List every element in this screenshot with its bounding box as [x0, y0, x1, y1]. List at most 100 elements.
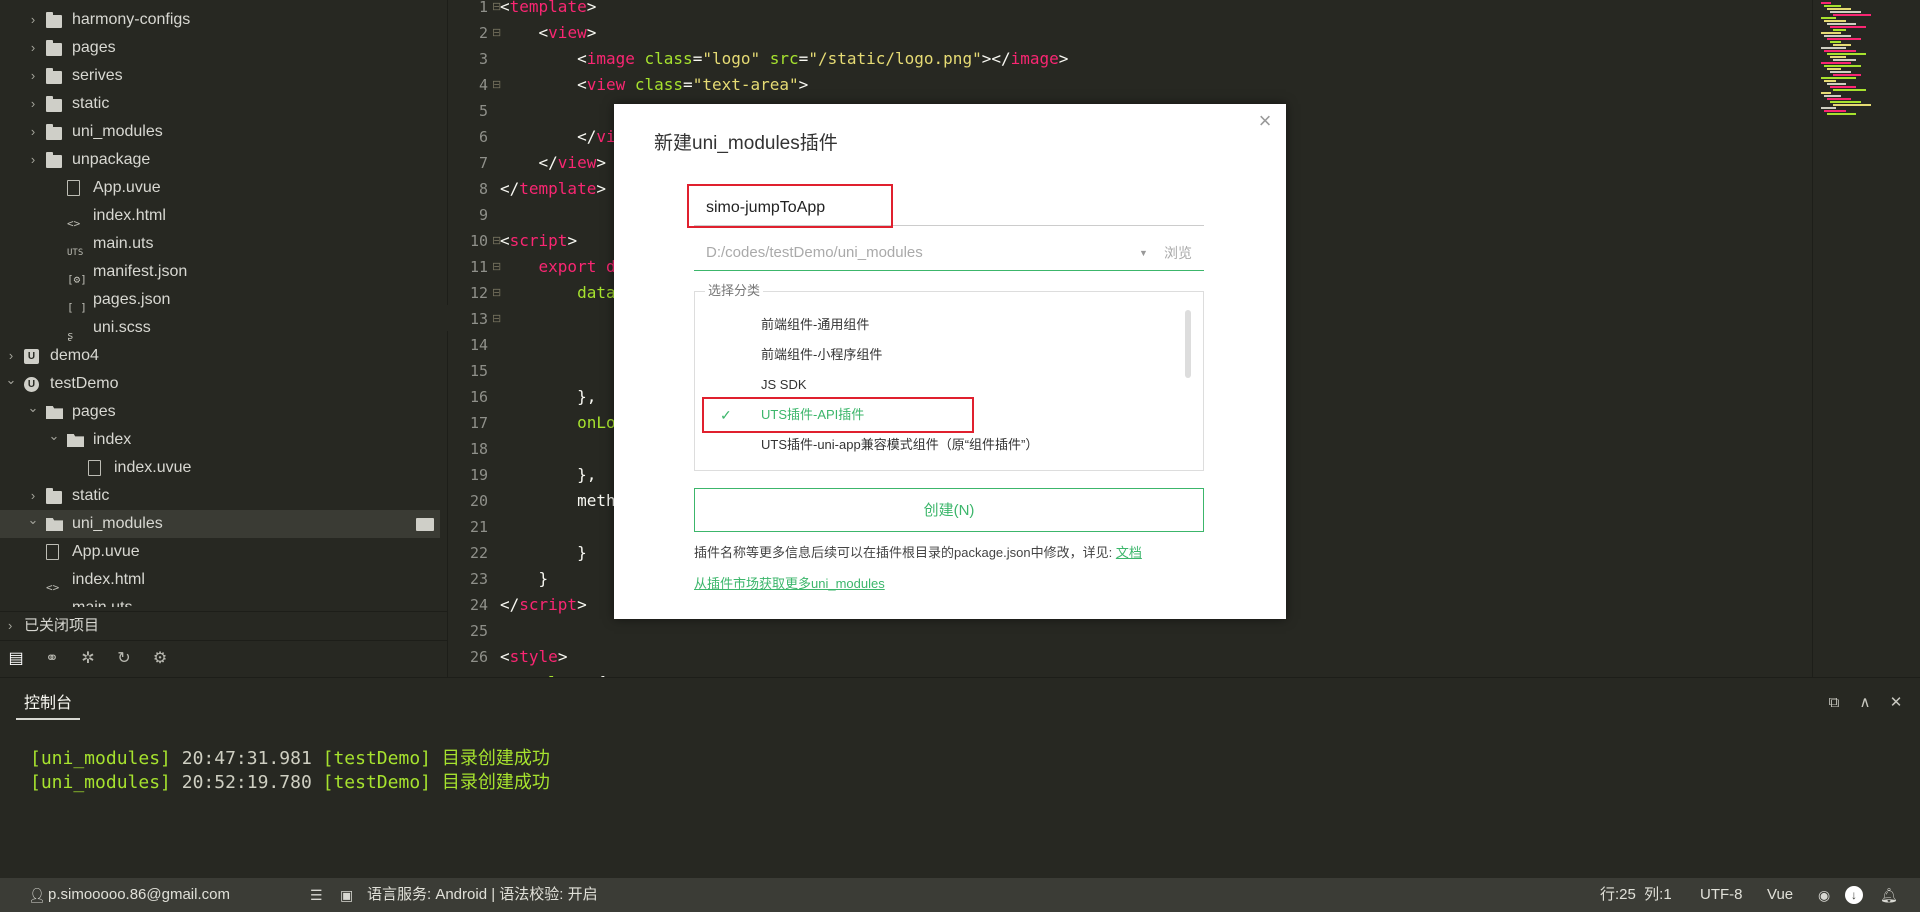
tree-item[interactable]: <> index.html	[0, 566, 440, 594]
chevron-right-icon[interactable]: ›	[26, 118, 40, 146]
download-icon[interactable]: ↓	[1845, 886, 1863, 904]
path-value: D:/codes/testDemo/uni_modules	[706, 244, 923, 261]
account-label[interactable]: p.simooooo.86@gmail.com	[48, 878, 230, 912]
tree-item[interactable]: UTS main.uts	[0, 230, 440, 258]
tab-console[interactable]: 控制台	[16, 688, 81, 720]
category-scrollbar[interactable]	[1185, 310, 1191, 378]
tree-item[interactable]: ⌄ uni_modules	[0, 510, 440, 538]
code-line: <script>	[500, 228, 577, 254]
minimap-line	[1833, 74, 1861, 76]
doc-link[interactable]: 文档	[1116, 545, 1142, 560]
minimap-line	[1821, 2, 1831, 4]
plugin-name-input[interactable]	[694, 190, 1204, 226]
minimap-line	[1827, 53, 1866, 55]
tree-item[interactable]: › static	[0, 90, 440, 118]
close-console-icon[interactable]: ✕	[1884, 690, 1908, 716]
vue-file-icon	[46, 544, 62, 560]
line-number: 14	[469, 336, 488, 354]
open-folder-action-icon[interactable]	[416, 518, 434, 531]
plugin-market-link[interactable]: 从插件市场获取更多uni_modules	[694, 569, 885, 599]
git-sync-icon[interactable]: ↻	[114, 649, 134, 669]
create-button[interactable]: 创建(N)	[694, 488, 1204, 532]
chevron-right-icon[interactable]: ›	[26, 146, 40, 174]
line-number: 22	[469, 544, 488, 562]
user-icon[interactable]: 👤︎	[28, 878, 46, 912]
cursor-position[interactable]: 行:25 列:1	[1600, 878, 1672, 912]
notification-bell-icon[interactable]: 🔔︎	[1880, 878, 1898, 912]
file-glyph: UTS	[67, 248, 84, 258]
code-line: <template>	[500, 0, 596, 20]
category-item[interactable]: UTS插件-uni-app兼容模式组件（原“组件插件”）	[696, 430, 1186, 460]
tree-item[interactable]: <> index.html	[0, 202, 440, 230]
line-number: 2	[478, 24, 488, 42]
chevron-down-icon[interactable]: ⌄	[4, 366, 18, 394]
tree-item[interactable]: › Udemo4	[0, 342, 440, 370]
tree-item[interactable]: ʂ uni.scss	[0, 314, 440, 342]
plugin-icon[interactable]: ⚙	[150, 649, 170, 669]
uts-file-icon: UTS	[46, 601, 62, 607]
tree-item[interactable]: ⌄ index	[0, 426, 440, 454]
tree-item[interactable]: [ ] pages.json	[0, 286, 440, 314]
chevron-down-icon[interactable]: ⌄	[26, 506, 40, 534]
project-icon: U	[24, 349, 40, 364]
browse-button[interactable]: 浏览	[1164, 235, 1192, 271]
chevron-right-icon[interactable]: ›	[26, 6, 40, 34]
tree-item-label: index.html	[93, 207, 166, 224]
chevron-down-icon[interactable]: ⌄	[47, 422, 61, 450]
tree-item[interactable]: ⌄ pages	[0, 398, 440, 426]
minimap-line	[1830, 86, 1856, 88]
category-item[interactable]: JS SDK	[696, 370, 1186, 400]
language-mode[interactable]: Vue	[1767, 878, 1793, 912]
category-item[interactable]: ✓ UTS插件-API插件	[696, 400, 1186, 430]
encoding-label[interactable]: UTF-8	[1700, 878, 1743, 912]
tree-item[interactable]: App.uvue	[0, 174, 440, 202]
chevron-right-icon[interactable]: ›	[26, 62, 40, 90]
tree-item[interactable]: › unpackage	[0, 146, 440, 174]
code-line: }	[500, 566, 549, 592]
line-number: 16	[469, 388, 488, 406]
code-token: </	[500, 153, 558, 172]
chevron-right-icon[interactable]: ›	[26, 34, 40, 62]
tree-item[interactable]: ⌄ UtestDemo	[0, 370, 440, 398]
code-token: "/static/logo.png"	[808, 49, 982, 68]
tree-item[interactable]: › harmony-configs	[0, 6, 440, 34]
language-service-status[interactable]: 语言服务: Android | 语法校验: 开启	[367, 878, 598, 912]
minimap-line	[1833, 44, 1851, 46]
uts-file-icon: UTS	[67, 237, 83, 258]
chevron-right-icon[interactable]: ›	[26, 90, 40, 118]
project-manager-icon[interactable]: ▤	[6, 649, 26, 669]
closed-projects-row[interactable]: › 已关闭项目	[0, 611, 448, 639]
dropdown-arrow-icon[interactable]: ▼	[1139, 235, 1148, 271]
tree-item[interactable]: index.uvue	[0, 454, 440, 482]
minimap-line	[1827, 68, 1841, 70]
outline-list-icon[interactable]: ☰	[310, 878, 323, 912]
tree-item[interactable]: › serives	[0, 62, 440, 90]
tree-item[interactable]: App.uvue	[0, 538, 440, 566]
minimap[interactable]	[1812, 0, 1920, 677]
debug-bug-icon[interactable]: ✲	[78, 649, 98, 669]
language-service-icon[interactable]: ▣	[340, 878, 353, 912]
console-settings-icon[interactable]: ⧉	[1822, 690, 1846, 716]
path-field[interactable]: D:/codes/testDemo/uni_modules ▼ 浏览	[694, 235, 1204, 271]
tree-item[interactable]: › pages	[0, 34, 440, 62]
chevron-down-icon[interactable]: ⌄	[26, 394, 40, 422]
category-item[interactable]: 前端组件-通用组件	[696, 310, 1186, 340]
code-token: style	[509, 647, 558, 666]
search-binoculars-icon[interactable]: ⚭	[42, 649, 62, 669]
minimap-line	[1827, 113, 1856, 115]
chat-icon[interactable]: ◉	[1818, 878, 1830, 912]
tree-item[interactable]: › static	[0, 482, 440, 510]
close-icon[interactable]: ×	[1254, 110, 1276, 132]
tree-item[interactable]: › uni_modules	[0, 118, 440, 146]
code-line: </view>	[500, 150, 606, 176]
minimap-line	[1821, 62, 1851, 64]
project-glyph: U	[24, 349, 39, 364]
tree-item[interactable]: [⚙] manifest.json	[0, 258, 440, 286]
tree-item-label: App.uvue	[93, 179, 161, 196]
minimap-line	[1824, 50, 1856, 52]
chevron-up-icon[interactable]: ∧	[1853, 690, 1877, 716]
category-item[interactable]: 前端组件-小程序组件	[696, 340, 1186, 370]
tree-item-label: demo4	[50, 347, 99, 364]
tree-item[interactable]: UTS main.uts	[0, 594, 440, 607]
